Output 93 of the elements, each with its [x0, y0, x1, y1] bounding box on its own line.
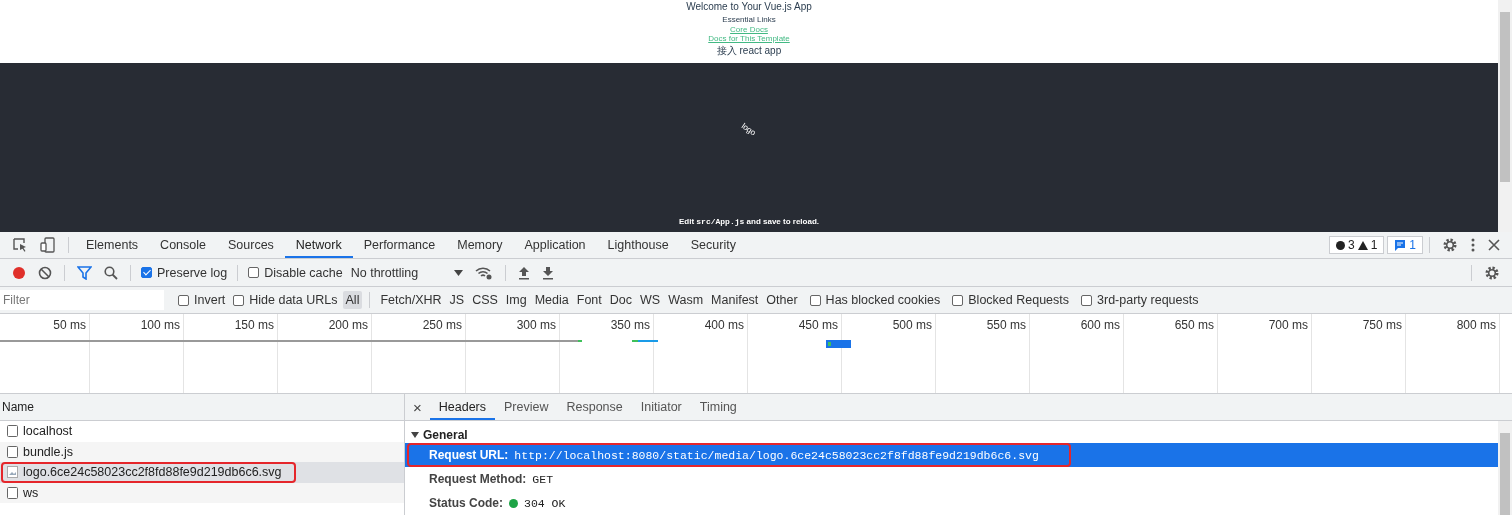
type-filter[interactable]: WS	[637, 291, 664, 309]
warning-icon	[1357, 240, 1368, 250]
record-icon[interactable]	[12, 265, 26, 280]
time-tick: 700 ms	[1268, 318, 1308, 332]
upload-icon[interactable]	[518, 265, 531, 280]
throttling-dropdown[interactable]: No throttling	[350, 265, 464, 280]
type-filter[interactable]: Fetch/XHR	[377, 291, 445, 309]
devtools-tab[interactable]: Performance	[352, 232, 447, 258]
settings-icon[interactable]	[1484, 264, 1500, 281]
time-tick: 750 ms	[1362, 318, 1402, 332]
time-tick: 600 ms	[1080, 318, 1120, 332]
caret-icon	[454, 269, 464, 276]
devtools-tab[interactable]: Application	[513, 232, 597, 258]
page-subtitle: Essential Links	[722, 15, 776, 25]
highlight-box: logo.6ce24c58023cc2f8fd88fe9d219db6c6.svg	[1, 462, 296, 483]
detail-tab[interactable]: Preview	[495, 394, 558, 420]
filter-checkbox[interactable]: Has blocked cookies	[809, 293, 941, 307]
scrollbar[interactable]	[1498, 0, 1512, 232]
detail-tab[interactable]: Initiator	[631, 394, 691, 420]
device-icon[interactable]	[40, 237, 56, 253]
type-filter[interactable]: Wasm	[665, 291, 707, 309]
time-tick: 550 ms	[986, 318, 1026, 332]
page-title: Welcome to Your Vue.js App	[686, 1, 812, 12]
network-conditions-icon[interactable]	[475, 265, 494, 280]
close-icon[interactable]	[1488, 239, 1500, 251]
filter-checkbox[interactable]: Hide data URLs	[233, 293, 338, 307]
detail-tab[interactable]: Response	[557, 394, 632, 420]
filter-icon[interactable]	[77, 265, 92, 280]
close-button[interactable]: ×	[405, 398, 430, 416]
time-tick: 50 ms	[53, 318, 86, 332]
file-icon	[7, 425, 18, 438]
request-row[interactable]: ws	[0, 482, 404, 503]
time-tick: 250 ms	[422, 318, 462, 332]
devtools-tab[interactable]: Console	[149, 232, 217, 258]
devtools-tab[interactable]: Memory	[446, 232, 514, 258]
header-row[interactable]: Status Code: 304 OK	[405, 491, 1498, 515]
time-tick: 300 ms	[516, 318, 556, 332]
header-row[interactable]: Request Method: GET	[405, 467, 1498, 491]
time-tick: 650 ms	[1174, 318, 1214, 332]
scrollbar[interactable]	[1498, 421, 1512, 515]
file-icon	[7, 486, 18, 499]
expand-caret-icon	[411, 430, 419, 439]
detail-tab[interactable]: Headers	[429, 394, 495, 420]
type-filter[interactable]: Font	[573, 291, 605, 309]
type-filter[interactable]: Media	[531, 291, 572, 309]
search-icon[interactable]	[104, 265, 118, 280]
time-tick: 350 ms	[610, 318, 650, 332]
type-filter[interactable]: Img	[502, 291, 530, 309]
devtools-tab[interactable]: Elements	[75, 232, 150, 258]
disable-cache-checkbox[interactable]: Disable cache	[248, 265, 343, 280]
detail-tab[interactable]: Timing	[690, 394, 746, 420]
time-tick: 500 ms	[892, 318, 932, 332]
header-row[interactable]: Request URL: http://localhost:8080/static/media/logo.6ce24c58023cc2f8fd88fe9d219db6c6.svg	[405, 443, 1498, 467]
column-header[interactable]: Name	[0, 394, 404, 421]
time-tick: 400 ms	[704, 318, 744, 332]
request-row[interactable]: logo.6ce24c58023cc2f8fd88fe9d219db6c6.svg	[0, 462, 404, 483]
filter-field[interactable]: Filter	[0, 290, 164, 310]
time-tick: 100 ms	[140, 318, 180, 332]
filter-checkbox[interactable]: Blocked Requests	[952, 293, 1070, 307]
download-icon[interactable]	[542, 265, 555, 280]
devtools-tab[interactable]: Lighthouse	[596, 232, 680, 258]
file-icon	[7, 445, 18, 458]
type-filter[interactable]: Other	[763, 291, 801, 309]
type-filter[interactable]: CSS	[469, 291, 501, 309]
time-tick: 800 ms	[1456, 318, 1496, 332]
image-file-icon	[7, 466, 18, 479]
type-filter[interactable]: Doc	[606, 291, 635, 309]
type-filter[interactable]: Manifest	[708, 291, 762, 309]
page-text: 接入 react app	[716, 45, 782, 57]
messages-counter[interactable]: 1	[1387, 236, 1423, 254]
devtools-tab[interactable]: Security	[679, 232, 747, 258]
message-icon	[1394, 239, 1407, 251]
clear-icon[interactable]	[38, 265, 52, 280]
issues-counter[interactable]: 3 1	[1328, 236, 1385, 254]
request-row[interactable]: localhost	[0, 421, 404, 442]
app-message: Edit src/App.js and save to reload.	[678, 217, 820, 226]
type-filter[interactable]: JS	[446, 291, 468, 309]
error-icon	[1335, 240, 1345, 250]
devtools-tab[interactable]: Sources	[217, 232, 285, 258]
type-filter[interactable]: All	[342, 291, 363, 309]
time-tick: 150 ms	[234, 318, 274, 332]
inspect-icon[interactable]	[12, 237, 28, 253]
time-tick: 450 ms	[798, 318, 838, 332]
request-row[interactable]: bundle.js	[0, 441, 404, 462]
settings-icon[interactable]	[1442, 237, 1458, 253]
more-icon[interactable]	[1470, 237, 1476, 253]
filter-checkbox[interactable]: Invert	[178, 293, 226, 307]
broken-image: logo	[740, 121, 758, 138]
highlight-box: Request URL: http://localhost:8080/static/media/logo.6ce24c58023cc2f8fd88fe9d219db6c6.svg	[407, 443, 1071, 467]
time-tick: 200 ms	[328, 318, 368, 332]
section-header[interactable]: General	[405, 426, 1498, 443]
filter-checkbox[interactable]: 3rd-party requests	[1081, 293, 1199, 307]
preserve-log-checkbox[interactable]: Preserve log	[141, 265, 228, 280]
